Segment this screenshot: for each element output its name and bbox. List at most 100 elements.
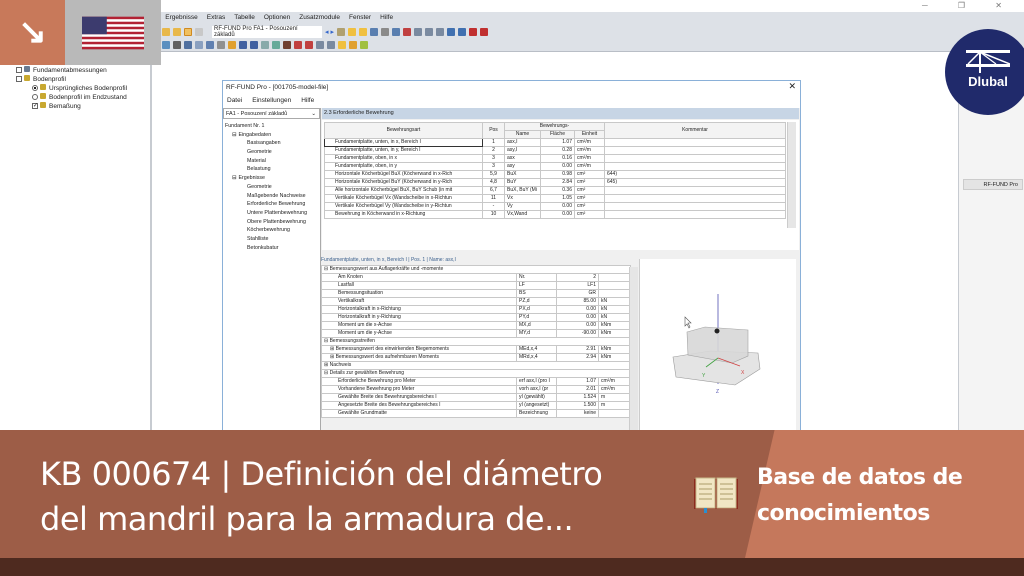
table-scrollbar[interactable]	[787, 122, 796, 228]
detail-row[interactable]: Am Knoten Nr. 2	[321, 273, 631, 282]
toolbar-icon[interactable]	[261, 40, 269, 49]
navigator-item[interactable]: ✓ Bemaßung	[6, 102, 150, 111]
dialog-tree-item[interactable]: Obere Plattenbewehrung	[225, 218, 318, 227]
toolbar-icon[interactable]	[228, 40, 236, 49]
window-controls[interactable]: ─ ❐ ✕	[922, 1, 1016, 10]
nav-arrows-icon[interactable]: ◂ ▸	[325, 28, 334, 36]
detail-group[interactable]: ⊟ Details zur gewählten Bewehrung	[321, 369, 631, 378]
menu-einstellungen[interactable]: Einstellungen	[252, 94, 291, 108]
detail-scrollbar[interactable]	[629, 267, 638, 433]
toolbar-icon[interactable]	[336, 27, 345, 36]
toolbar-icon[interactable]	[283, 40, 291, 49]
navigator-item[interactable]: Fundamentabmessungen	[6, 66, 150, 75]
dialog-tree-item[interactable]: ⊟ Eingabedaten	[225, 131, 318, 140]
detail-group[interactable]: ⊟ Bemessungsstreifen	[321, 337, 631, 346]
toolbar-icon[interactable]	[380, 27, 389, 36]
language-flag[interactable]	[65, 0, 161, 65]
dialog-tree-item[interactable]: Untere Plattenbewehrung	[225, 209, 318, 218]
toolbar-icon[interactable]	[327, 40, 335, 49]
toolbar-icon[interactable]	[360, 40, 368, 49]
detail-row[interactable]: Moment um die x-Achse MX,d 0.00 kNm	[321, 321, 631, 330]
dialog-tree-item[interactable]: Geometrie	[225, 183, 318, 192]
detail-group[interactable]: ⊟ Bemessungswert aus Auflagerkräfte und …	[321, 265, 631, 274]
toolbar-icon[interactable]	[173, 27, 181, 36]
toolbar-icon[interactable]	[347, 27, 356, 36]
toolbar-icon[interactable]	[424, 27, 433, 36]
detail-group[interactable]: ⊞ Nachweis	[321, 361, 631, 370]
table-row[interactable]: Fundamentplatte, unten, in y, Bereich I2…	[324, 146, 786, 155]
category-label[interactable]: Base de datos de conocimientos	[757, 460, 997, 532]
table-row[interactable]: Horizontale Köcherbügel BuX (Köcherwand …	[324, 170, 786, 179]
table-row[interactable]: Alle horizontale Köcherbügel BuX, BuY Sc…	[324, 186, 786, 195]
dialog-tree-item[interactable]: Stahlliste	[225, 235, 318, 244]
dialog-tree-item[interactable]: Geometrie	[225, 148, 318, 157]
dialog-tree-item[interactable]: Fundament Nr. 1	[225, 122, 318, 131]
toolbar-icon[interactable]	[217, 40, 225, 49]
detail-row[interactable]: Lastfall LF LF1	[321, 281, 631, 290]
toolbar-icon[interactable]	[239, 40, 247, 49]
toolbar-icon[interactable]	[479, 27, 488, 36]
dialog-tree-item[interactable]: Betonkubatur	[225, 244, 318, 253]
detail-row[interactable]: Angesetzte Breite des Bewehrungsbereiche…	[321, 401, 631, 410]
collapse-icon[interactable]: ⊟	[232, 175, 236, 181]
table-row[interactable]: Horizontale Köcherbügel BuY (Köcherwand …	[324, 178, 786, 187]
dialog-tree-item[interactable]: Erforderliche Bewehrung	[225, 200, 318, 209]
toolbar-icon[interactable]	[349, 40, 357, 49]
dialog-tree-item[interactable]: Material	[225, 157, 318, 166]
collapse-icon[interactable]: ⊟	[232, 132, 236, 138]
toolbar-icon[interactable]	[162, 27, 170, 36]
toolbar-icon[interactable]	[184, 40, 192, 49]
toolbar-icon[interactable]	[316, 40, 324, 49]
toolbar-icon[interactable]	[358, 27, 367, 36]
toolbar-icon[interactable]	[195, 40, 203, 49]
checkbox[interactable]	[16, 76, 22, 83]
toolbar-icon[interactable]	[457, 27, 466, 36]
table-row[interactable]: Vertikale Köcherbügel Vx (Wandscheibe in…	[324, 194, 786, 203]
navigator-item[interactable]: Bodenprofil im Endzustand	[6, 93, 150, 102]
menu-item[interactable]: Extras	[207, 14, 225, 21]
3d-foundation-view[interactable]: X Y Z	[639, 259, 796, 433]
checkbox[interactable]: ✓	[32, 103, 38, 110]
dialog-tree-item[interactable]: Belastung	[225, 165, 318, 174]
table-row[interactable]: Fundamentplatte, unten, in x, Bereich I1…	[324, 138, 786, 147]
dialog-tree-item[interactable]: ⊟ Ergebnisse	[225, 174, 318, 183]
detail-row[interactable]: Horizontalkraft in x-Richtung PX,d 0.00 kN	[321, 305, 631, 314]
toolbar-icon[interactable]	[206, 40, 214, 49]
detail-row[interactable]: Vorhandene Bewehrung pro Meter vorh asx,I…	[321, 385, 631, 394]
menu-item[interactable]: Tabelle	[234, 14, 255, 21]
toolbar-icon[interactable]	[173, 40, 181, 49]
close-icon[interactable]: ✕	[788, 81, 796, 92]
table-row[interactable]: Fundamentplatte, oben, in x 3 asx 0.16 cm²/m	[324, 154, 786, 163]
detail-row[interactable]: Vertikalkraft PZ,d 85.00 kN	[321, 297, 631, 306]
menu-item[interactable]: Hilfe	[380, 14, 393, 21]
detail-row[interactable]: Gewählte Grundmatte Bezeichnung keine	[321, 409, 631, 418]
detail-row[interactable]: Bemessungsituation BS GR	[321, 289, 631, 298]
detail-row[interactable]: ⊞ Bemessungswert des einwirkenden Biegem…	[321, 345, 631, 354]
navigator-item[interactable]: Ursprüngliches Bodenprofil	[6, 84, 150, 93]
menu-item[interactable]: Optionen	[264, 14, 290, 21]
toolbar-icon[interactable]	[294, 40, 302, 49]
article-title[interactable]: KB 000674 | Definición del diámetro del …	[40, 452, 603, 542]
toolbar-icon[interactable]	[468, 27, 477, 36]
toolbar-icon[interactable]	[338, 40, 346, 49]
toolbar-icon[interactable]	[305, 40, 313, 49]
toolbar-icon[interactable]	[413, 27, 422, 36]
toolbar-icon[interactable]	[446, 27, 455, 36]
toolbar-icon[interactable]	[184, 27, 192, 36]
toolbar-icon[interactable]	[162, 40, 170, 49]
radio-button[interactable]	[32, 85, 38, 92]
detail-row[interactable]: Horizontalkraft in y-Richtung PY,d 0.00 kN	[321, 313, 631, 322]
toolbar-icon[interactable]	[250, 40, 258, 49]
dialog-tree-item[interactable]: Basisangaben	[225, 139, 318, 148]
table-row[interactable]: Vertikale Köcherbügel Vy (Wandscheibe in…	[324, 202, 786, 211]
toolbar-icon[interactable]	[195, 27, 203, 36]
radio-button[interactable]	[32, 94, 38, 101]
module-select[interactable]: RF-FUND Pro FA1 - Posouzení základů	[212, 25, 322, 38]
case-select[interactable]: FA1 - Posouzení základů ⌄	[223, 108, 320, 119]
menu-item[interactable]: Zusatzmodule	[299, 14, 340, 21]
rf-fund-pro-button[interactable]: RF-FUND Pro	[963, 179, 1023, 190]
detail-row[interactable]: ⊞ Bemessungswert des aufnehmbaren Moment…	[321, 353, 631, 362]
menu-hilfe[interactable]: Hilfe	[301, 94, 314, 108]
menu-item[interactable]: Ergebnisse	[165, 14, 198, 21]
toolbar-icon[interactable]	[402, 27, 411, 36]
